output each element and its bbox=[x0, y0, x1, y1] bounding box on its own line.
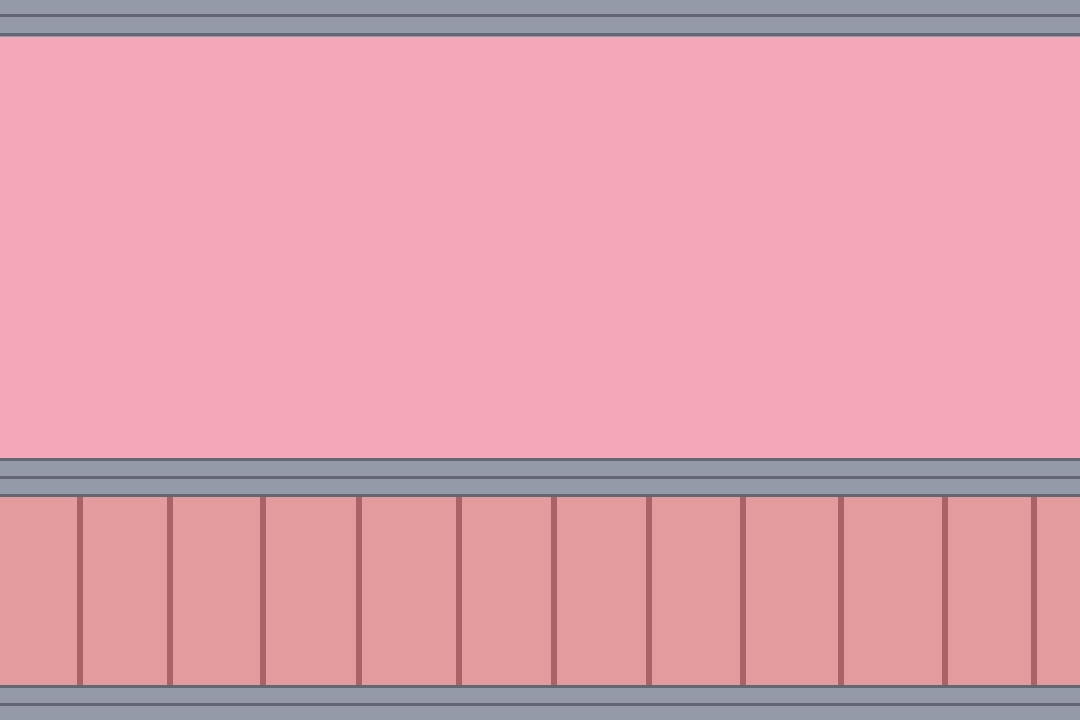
wainscot-divider bbox=[551, 497, 557, 685]
top-trim-bottom-line bbox=[0, 33, 1080, 36]
wainscot-divider bbox=[740, 497, 746, 685]
middle-trim-top-line bbox=[0, 458, 1080, 461]
top-trim-line bbox=[0, 14, 1080, 17]
wainscot-divider bbox=[77, 497, 83, 685]
wainscot-divider bbox=[456, 497, 462, 685]
lower-wainscot-panel bbox=[0, 497, 1080, 685]
wainscot-divider bbox=[646, 497, 652, 685]
wainscot-divider bbox=[260, 497, 266, 685]
wainscot-divider bbox=[356, 497, 362, 685]
wainscot-divider bbox=[167, 497, 173, 685]
middle-trim-center-line bbox=[0, 476, 1080, 479]
bottom-trim-center-line bbox=[0, 703, 1080, 706]
wainscot-divider bbox=[1031, 497, 1037, 685]
bottom-trim-top-line bbox=[0, 685, 1080, 688]
wainscot-divider bbox=[942, 497, 948, 685]
wainscot-divider bbox=[838, 497, 844, 685]
top-trim bbox=[0, 0, 1080, 37]
upper-wall-panel bbox=[0, 37, 1080, 458]
room-wall-scene bbox=[0, 0, 1080, 720]
